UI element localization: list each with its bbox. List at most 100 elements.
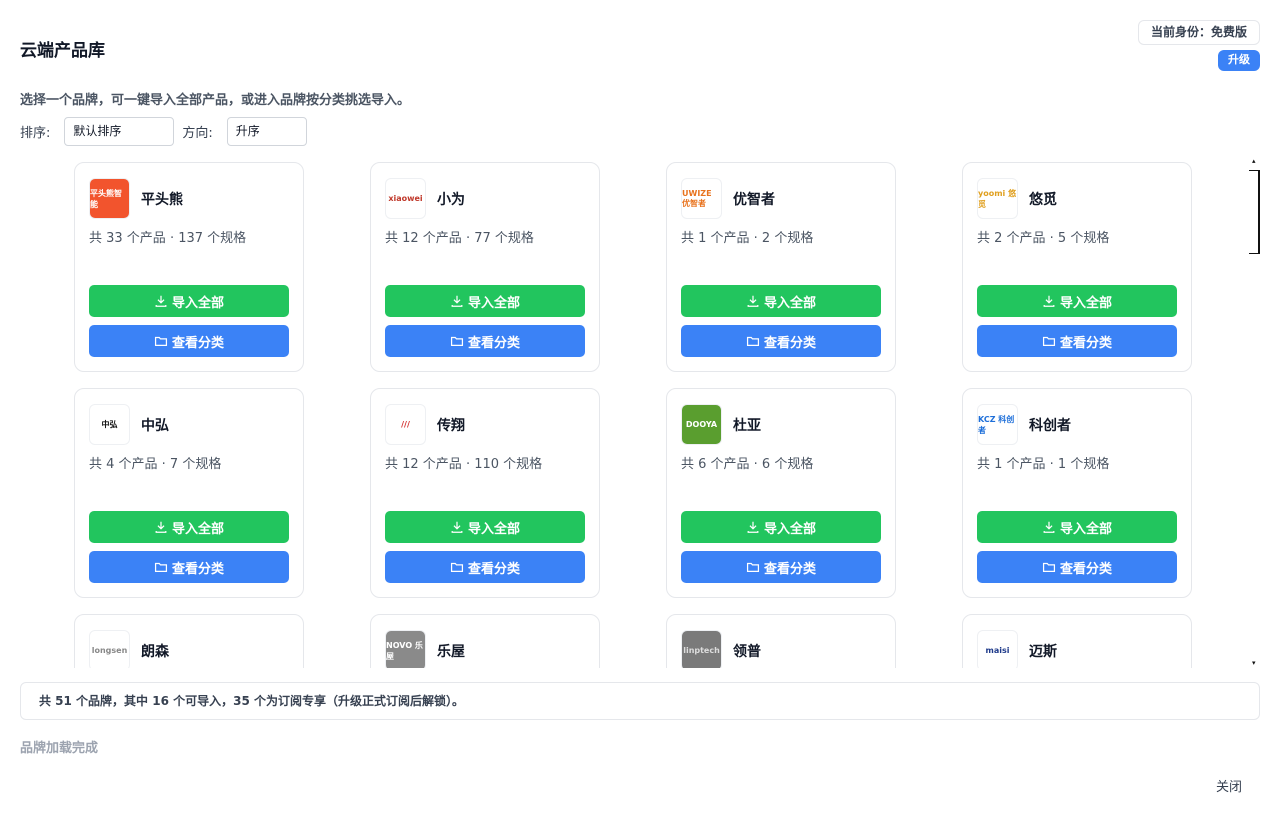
close-button[interactable]: 关闭 <box>1216 776 1242 795</box>
brand-name: 中弘 <box>141 417 169 434</box>
view-categories-label: 查看分类 <box>1059 560 1112 576</box>
brand-stats: 共 2 个产品 · 5 个规格 <box>977 231 1110 246</box>
page-subtitle: 选择一个品牌，可一键导入全部产品，或进入品牌按分类挑选导入。 <box>20 93 411 108</box>
brand-card-header: maisi 迈斯 <box>977 630 1057 668</box>
brand-card: yoomi 悠觅 悠觅共 2 个产品 · 5 个规格导入全部查看分类 <box>962 162 1192 372</box>
import-all-label: 导入全部 <box>763 294 816 310</box>
view-categories-button[interactable]: 查看分类 <box>89 551 289 583</box>
folder-icon <box>450 334 468 348</box>
folder-icon <box>154 560 172 574</box>
brand-card-header: xiaowei 小为 <box>385 178 465 219</box>
brand-stats: 共 1 个产品 · 2 个规格 <box>681 231 814 246</box>
import-all-button[interactable]: 导入全部 <box>977 285 1177 317</box>
brand-name: 悠觅 <box>1029 191 1057 208</box>
brand-card: linptech领普导入全部查看分类 <box>666 614 896 668</box>
view-categories-button[interactable]: 查看分类 <box>681 551 881 583</box>
import-all-button[interactable]: 导入全部 <box>681 285 881 317</box>
import-all-button[interactable]: 导入全部 <box>681 511 881 543</box>
page-title: 云端产品库 <box>20 41 105 61</box>
brand-name: 乐屋 <box>437 643 465 660</box>
view-categories-button[interactable]: 查看分类 <box>385 551 585 583</box>
import-all-label: 导入全部 <box>171 520 224 536</box>
brand-stats: 共 6 个产品 · 6 个规格 <box>681 457 814 472</box>
brand-card-header: DOOYA 杜亚 <box>681 404 761 445</box>
brand-logo: 平头熊智能 <box>89 178 130 219</box>
sort-label: 排序: <box>20 126 51 141</box>
brand-stats: 共 33 个产品 · 137 个规格 <box>89 231 247 246</box>
brand-stats: 共 4 个产品 · 7 个规格 <box>89 457 222 472</box>
import-all-label: 导入全部 <box>467 294 520 310</box>
brand-logo: KCZ 科创者 <box>977 404 1018 445</box>
import-all-button[interactable]: 导入全部 <box>89 285 289 317</box>
view-categories-label: 查看分类 <box>467 560 520 576</box>
download-icon <box>154 520 172 534</box>
brand-logo: DOOYA <box>681 404 722 445</box>
brand-logo: yoomi 悠觅 <box>977 178 1018 219</box>
brand-logo: UWIZE 优智者 <box>681 178 722 219</box>
brand-card-header: yoomi 悠觅 悠觅 <box>977 178 1057 219</box>
download-icon <box>746 294 764 308</box>
view-categories-button[interactable]: 查看分类 <box>89 325 289 357</box>
brand-name: 科创者 <box>1029 417 1071 434</box>
upgrade-button[interactable]: 升级 <box>1218 50 1260 71</box>
brand-card-header: 平头熊智能 平头熊 <box>89 178 183 219</box>
brand-card: KCZ 科创者 科创者共 1 个产品 · 1 个规格 导入全部 查看分类 <box>962 388 1192 598</box>
folder-icon <box>746 560 764 574</box>
download-icon <box>1042 294 1060 308</box>
brand-card: maisi迈斯导入全部查看分类 <box>962 614 1192 668</box>
import-all-button[interactable]: 导入全部 <box>89 511 289 543</box>
view-categories-label: 查看分类 <box>763 560 816 576</box>
brand-card-header: KCZ 科创者 科创者 <box>977 404 1071 445</box>
import-all-button[interactable]: 导入全部 <box>977 511 1177 543</box>
brand-stats: 共 12 个产品 · 110 个规格 <box>385 457 543 472</box>
brand-name: 朗森 <box>141 643 169 660</box>
brand-card: xiaowei 小为共 12 个产品 · 77 个规格导入全部查看分类 <box>370 162 600 372</box>
view-categories-label: 查看分类 <box>171 334 224 350</box>
brand-card-header: /// 传翔 <box>385 404 465 445</box>
import-all-label: 导入全部 <box>171 294 224 310</box>
view-categories-button[interactable]: 查看分类 <box>977 325 1177 357</box>
sort-controls: 排序: 默认排序 方向: 升序 <box>20 117 307 146</box>
brand-card: /// 传翔共 12 个产品 · 110 个规格导入全部查看分类 <box>370 388 600 598</box>
brand-name: 小为 <box>437 191 465 208</box>
sort-select[interactable]: 默认排序 <box>64 117 175 146</box>
brand-name: 优智者 <box>733 191 775 208</box>
brand-name: 领普 <box>733 643 761 660</box>
import-all-label: 导入全部 <box>1059 294 1112 310</box>
view-categories-button[interactable]: 查看分类 <box>681 325 881 357</box>
brand-card-header: 中弘 中弘 <box>89 404 169 445</box>
download-icon <box>154 294 172 308</box>
direction-select[interactable]: 升序 <box>226 117 307 146</box>
brand-stats: 共 12 个产品 · 77 个规格 <box>385 231 534 246</box>
view-categories-label: 查看分类 <box>467 334 520 350</box>
folder-icon <box>154 334 172 348</box>
view-categories-label: 查看分类 <box>171 560 224 576</box>
download-icon <box>746 520 764 534</box>
brand-card: 中弘 中弘共 4 个产品 · 7 个规格导入全部查看分类 <box>74 388 304 598</box>
import-all-button[interactable]: 导入全部 <box>385 511 585 543</box>
view-categories-label: 查看分类 <box>1059 334 1112 350</box>
view-categories-button[interactable]: 查看分类 <box>977 551 1177 583</box>
brand-name: 迈斯 <box>1029 643 1057 660</box>
scroll-down-arrow-icon[interactable]: ▾ <box>1252 660 1258 667</box>
folder-icon <box>1042 560 1060 574</box>
scroll-thumb[interactable] <box>1249 170 1260 254</box>
brand-logo: xiaowei <box>385 178 426 219</box>
brand-card: NOVO 乐屋乐屋导入全部查看分类 <box>370 614 600 668</box>
download-icon <box>450 520 468 534</box>
brand-list-viewport: 平头熊智能 平头熊共 33 个产品 · 137 个规格 导入全部 查看分类 xiaowe… <box>20 158 1260 668</box>
brand-grid: 平头熊智能 平头熊共 33 个产品 · 137 个规格 导入全部 查看分类 xiaowe… <box>74 162 1192 668</box>
import-all-label: 导入全部 <box>467 520 520 536</box>
brand-card: DOOYA 杜亚共 6 个产品 · 6 个规格导入全部查看分类 <box>666 388 896 598</box>
view-categories-button[interactable]: 查看分类 <box>385 325 585 357</box>
folder-icon <box>746 334 764 348</box>
brand-logo: maisi <box>977 630 1018 668</box>
scroll-up-arrow-icon[interactable]: ▴ <box>1252 158 1258 165</box>
load-status: 品牌加载完成 <box>20 741 99 756</box>
brand-list-scrollbar[interactable]: ▴ ▾ <box>1249 158 1260 668</box>
brand-card-header: UWIZE 优智者 优智者 <box>681 178 775 219</box>
import-all-label: 导入全部 <box>1059 520 1112 536</box>
import-all-label: 导入全部 <box>763 520 816 536</box>
import-all-button[interactable]: 导入全部 <box>385 285 585 317</box>
brand-logo: NOVO 乐屋 <box>385 630 426 668</box>
